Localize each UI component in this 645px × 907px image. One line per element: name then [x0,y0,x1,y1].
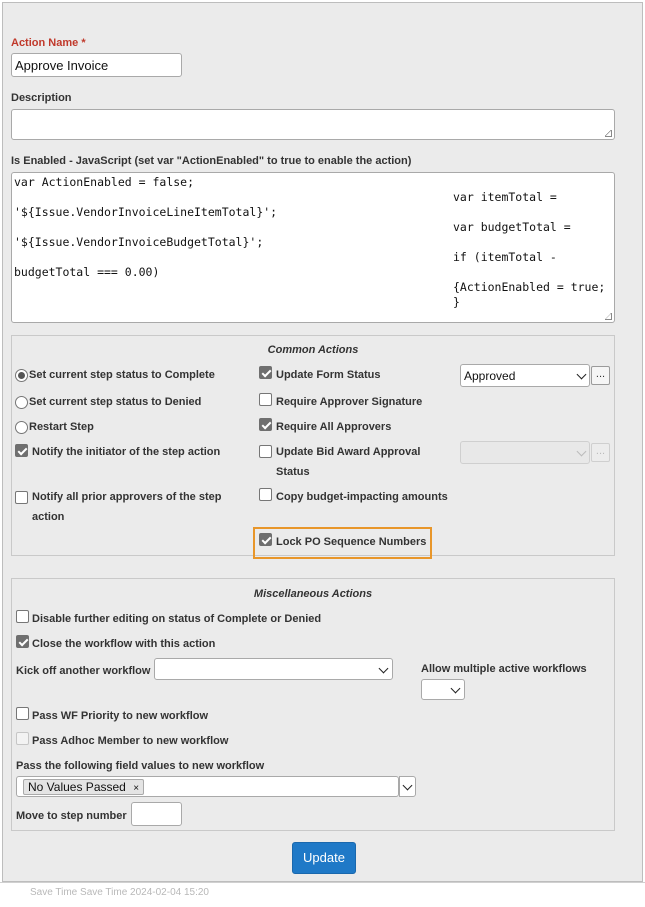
bid-award-browse-button: ... [591,443,610,462]
update-button[interactable]: Update [292,842,356,874]
require-approver-signature-checkbox[interactable] [259,393,272,406]
required-mark: * [81,37,86,49]
update-bid-award-checkbox[interactable] [259,445,272,458]
copy-budget-checkbox[interactable] [259,488,272,501]
is-enabled-script-textarea[interactable]: var ActionEnabled = false; '${Issue.Vend… [11,172,615,323]
tag-remove-icon[interactable]: × [133,783,139,794]
pass-adhoc-label: Pass Adhoc Member to new workflow [32,735,229,747]
update-form-status-label: Update Form Status [276,369,381,381]
is-enabled-label: Is Enabled - JavaScript (set var "Action… [11,155,412,167]
notify-prior-approvers-label: Notify all prior approvers of the step [32,491,222,503]
status-denied-radio[interactable] [15,396,28,409]
pass-priority-label: Pass WF Priority to new workflow [32,710,209,722]
no-values-passed-tag: No Values Passed × [23,779,145,795]
move-to-step-label: Move to step number [16,810,127,822]
script-line: if (itemTotal - [453,250,557,264]
restart-step-radio[interactable] [15,421,28,434]
chevron-down-icon [378,663,389,674]
misc-actions-title: Miscellaneous Actions [253,588,373,600]
move-to-step-input[interactable] [131,802,182,826]
copy-budget-label: Copy budget-impacting amounts [276,491,448,503]
pass-fields-dropdown-toggle[interactable] [399,776,416,797]
close-workflow-checkbox[interactable] [16,635,29,648]
require-approver-signature-label: Require Approver Signature [276,396,423,408]
background-page-strip: Save Time Save Time 2024-02-04 15:20 [0,882,645,907]
status-denied-label: Set current step status to Denied [29,396,202,408]
script-line: '${Issue.VendorInvoiceBudgetTotal}'; [14,235,264,249]
status-complete-label: Set current step status to Complete [29,369,215,381]
restart-step-label: Restart Step [29,421,94,433]
lock-po-sequence-label: Lock PO Sequence Numbers [276,536,427,548]
chevron-down-icon [576,446,587,457]
close-workflow-label: Close the workflow with this action [32,638,216,650]
require-all-approvers-label: Require All Approvers [276,421,392,433]
action-name-label-text: Action Name [11,37,79,49]
script-line: budgetTotal === 0.00) [14,265,160,279]
description-textarea[interactable] [11,109,615,140]
script-line: var budgetTotal = [453,220,571,234]
script-line: '${Issue.VendorInvoiceLineItemTotal}'; [14,205,278,219]
chevron-down-icon [450,683,461,694]
chevron-down-icon [576,369,587,380]
update-form-status-checkbox[interactable] [259,366,272,379]
disable-editing-checkbox[interactable] [16,610,29,623]
allow-multiple-label: Allow multiple active workflows [421,663,587,675]
notify-initiator-label: Notify the initiator of the step action [32,446,221,458]
pass-adhoc-checkbox [16,732,29,745]
pass-priority-checkbox[interactable] [16,707,29,720]
action-edit-dialog: Action Name * Description Is Enabled - J… [2,2,643,882]
form-status-browse-button[interactable]: ... [591,366,610,385]
script-line: {ActionEnabled = true; [453,280,606,294]
tag-label: No Values Passed [28,780,126,794]
form-status-select[interactable]: Approved [460,364,590,387]
require-all-approvers-checkbox[interactable] [259,418,272,431]
pass-fields-label: Pass the following field values to new w… [16,760,265,772]
script-line: var ActionEnabled = false; [14,175,195,189]
status-complete-radio[interactable] [15,369,28,382]
notify-initiator-checkbox[interactable] [15,444,28,457]
action-name-label: Action Name * [11,37,86,49]
bid-award-status-select [460,441,590,464]
description-label: Description [11,92,72,104]
action-name-input[interactable] [11,53,182,77]
form-status-select-value: Approved [464,369,516,383]
lock-po-sequence-checkbox[interactable] [259,533,272,546]
notify-prior-approvers-label-cont: action [32,511,65,523]
kickoff-workflow-select[interactable] [154,658,393,680]
allow-multiple-select[interactable] [421,679,465,700]
update-bid-award-label: Update Bid Award Approval [276,446,421,458]
update-bid-award-label-cont: Status [276,466,310,478]
script-line: } [453,295,460,309]
script-line: var itemTotal = [453,190,557,204]
notify-prior-approvers-checkbox[interactable] [15,491,28,504]
chevron-down-icon [402,780,413,791]
background-page-text: Save Time Save Time 2024-02-04 15:20 [30,887,209,898]
common-actions-title: Common Actions [267,344,359,356]
disable-editing-label: Disable further editing on status of Com… [32,613,322,625]
kickoff-workflow-label: Kick off another workflow [16,665,151,677]
pass-fields-multiselect[interactable]: No Values Passed × [16,776,399,797]
